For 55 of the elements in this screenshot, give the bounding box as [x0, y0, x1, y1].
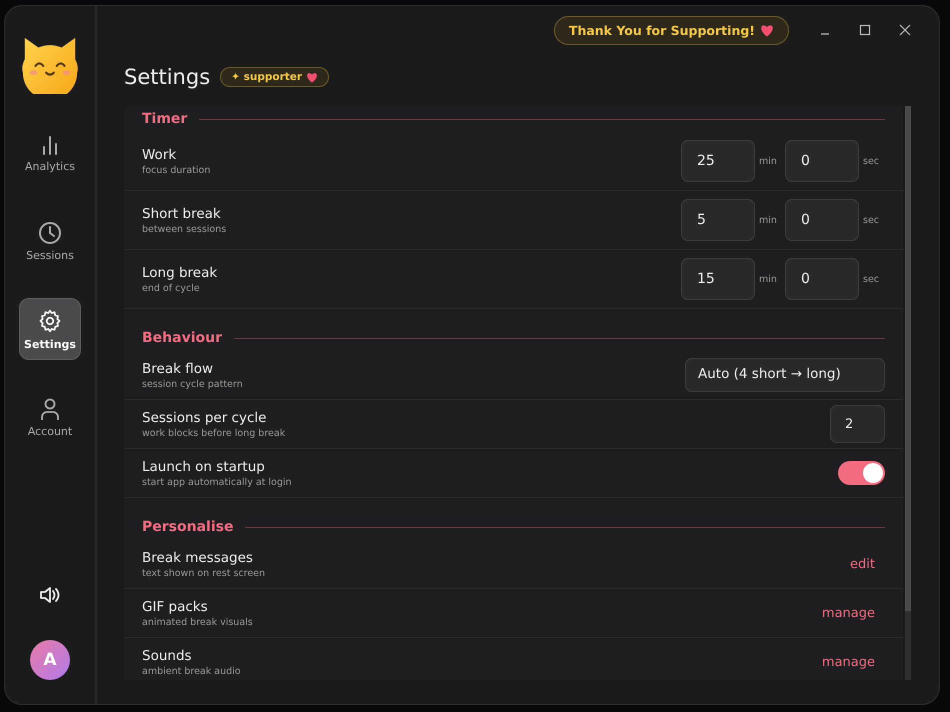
toggle-switch[interactable]: [838, 461, 885, 485]
page-title: Settings: [124, 65, 210, 89]
unit-label: sec: [863, 214, 880, 226]
unit-label: min: [759, 274, 778, 284]
minutes-field[interactable]: 25: [681, 140, 755, 182]
setting-hint: work blocks before long break: [142, 428, 286, 438]
supporter-badge: ✦ supporter: [220, 67, 330, 87]
setting-hint: start app automatically at login: [142, 476, 293, 488]
settings-icon: [37, 308, 63, 334]
nav-item[interactable]: Account: [19, 386, 81, 448]
action-link[interactable]: manage: [822, 654, 875, 670]
setting-hint: focus duration: [142, 164, 212, 176]
setting-label: Short break: [142, 206, 222, 222]
section-title: Timer: [142, 111, 188, 127]
minutes-field[interactable]: 5: [681, 199, 755, 241]
setting-hint: between sessions: [142, 224, 228, 234]
nav-item[interactable]: Settings: [19, 298, 81, 360]
setting-label: Sounds: [142, 648, 193, 664]
setting-hint: end of cycle: [142, 282, 201, 294]
setting-hint: animated break visuals: [142, 616, 254, 628]
setting-label: Sessions per cycle: [142, 410, 268, 426]
section-title: Behaviour: [142, 330, 222, 346]
nav-item[interactable]: Analytics: [19, 122, 81, 184]
close-icon[interactable]: [899, 24, 911, 36]
heart-icon: [760, 24, 774, 36]
scrollbar-thumb[interactable]: [905, 106, 911, 612]
setting-hint: session cycle pattern: [142, 378, 244, 390]
number-field[interactable]: 2: [830, 405, 885, 443]
seconds-field[interactable]: 0: [785, 199, 859, 241]
heart-icon: [306, 72, 318, 82]
section-title: Personalise: [142, 519, 234, 535]
support-button[interactable]: Thank You for Supporting!: [554, 16, 789, 44]
setting-hint: text shown on rest screen: [142, 568, 266, 578]
seconds-field[interactable]: 0: [785, 258, 859, 300]
maximize-icon[interactable]: [859, 24, 871, 36]
action-link[interactable]: manage: [822, 606, 875, 620]
unit-label: sec: [863, 274, 880, 284]
setting-label: GIF packs: [142, 598, 209, 614]
minutes-field[interactable]: 15: [681, 258, 755, 300]
setting-label: Long break: [142, 264, 218, 280]
setting-label: Work: [142, 146, 178, 162]
setting-label: Break flow: [142, 360, 214, 376]
seconds-field[interactable]: 0: [785, 140, 859, 182]
speaker-icon[interactable]: [39, 586, 61, 604]
clock-icon: [38, 220, 62, 244]
unit-label: sec: [863, 156, 880, 166]
setting-hint: ambient break audio: [142, 666, 242, 676]
unit-label: min: [759, 214, 778, 226]
break-flow-dropdown[interactable]: Auto (4 short → long): [685, 358, 885, 392]
nav-item[interactable]: Sessions: [19, 210, 81, 272]
setting-label: Break messages: [142, 550, 254, 566]
setting-label: Launch on startup: [142, 458, 266, 474]
person-icon: [39, 396, 61, 420]
action-link[interactable]: edit: [850, 556, 875, 572]
unit-label: min: [759, 156, 778, 166]
